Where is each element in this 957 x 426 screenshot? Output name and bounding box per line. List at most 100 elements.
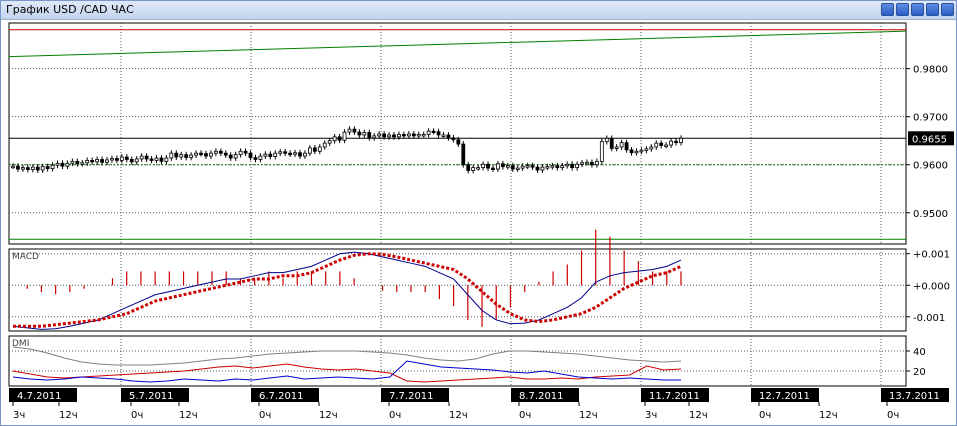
candle-body <box>263 153 268 157</box>
candle-body <box>352 128 357 133</box>
candle-body <box>357 131 362 136</box>
candle-body <box>580 162 584 165</box>
date-label: 5.7.2011 <box>129 391 174 402</box>
hour-label: 12ч <box>579 410 598 421</box>
y-tick-label: 20 <box>913 367 926 378</box>
candle-body <box>95 159 100 163</box>
candle-body <box>100 159 104 163</box>
y-tick-label: 0.9600 <box>913 161 948 172</box>
candle-body <box>228 154 233 159</box>
date-label: 8.7.2011 <box>519 391 564 402</box>
hour-label: 0ч <box>259 410 271 421</box>
candle-body <box>679 137 683 144</box>
candle-body <box>397 134 401 138</box>
candle-body <box>520 165 525 169</box>
candle-body <box>634 150 639 154</box>
candle-body <box>213 150 218 154</box>
candle-body <box>278 151 283 154</box>
candle-body <box>70 160 75 164</box>
candle-body <box>209 152 213 157</box>
y-tick-label: 40 <box>913 347 926 358</box>
candle-body <box>382 133 387 138</box>
candle-body <box>624 142 629 151</box>
candle-body <box>481 163 485 169</box>
candle-body <box>65 162 70 167</box>
candle-body <box>253 157 258 160</box>
candle-body <box>496 163 500 170</box>
candle-body <box>491 167 495 170</box>
candle-body <box>629 149 634 154</box>
hour-label: 12ч <box>179 410 198 421</box>
candle-body <box>30 166 35 170</box>
candle-body <box>129 159 134 163</box>
hour-label: 12ч <box>689 410 708 421</box>
candle-body <box>243 150 248 154</box>
candle-body <box>659 142 664 146</box>
candle-body <box>362 132 367 136</box>
candle-body <box>372 135 377 139</box>
candle-body <box>134 158 139 163</box>
candle-body <box>476 167 481 170</box>
candle-body <box>248 152 253 158</box>
candle-body <box>367 132 372 139</box>
hour-label: 12ч <box>59 410 78 421</box>
candle-body <box>80 162 85 165</box>
candle-body <box>20 167 25 170</box>
candle-body <box>466 164 471 171</box>
candle-body <box>273 152 278 157</box>
candle-body <box>105 159 109 163</box>
candle-body <box>594 160 599 166</box>
chart-window: График USD /CAD ЧАС 0.9800 0.9700 0.9600 0.… <box>0 0 957 426</box>
candle-body <box>614 146 619 149</box>
candle-body <box>40 166 45 171</box>
candle-body <box>411 133 416 137</box>
candle-body <box>644 148 649 151</box>
hour-label: 12ч <box>319 410 338 421</box>
date-label: 12.7.2011 <box>759 391 810 402</box>
candle-body <box>50 164 55 169</box>
candle-body <box>560 165 565 169</box>
date-label: 11.7.2011 <box>649 391 700 402</box>
hour-label: 3ч <box>645 410 657 421</box>
candle-body <box>471 167 476 171</box>
candle-body <box>451 137 456 141</box>
candle-body <box>223 152 228 156</box>
candle-body <box>169 152 174 159</box>
candle-body <box>144 155 149 160</box>
candle-body <box>515 167 520 170</box>
candle-body <box>540 166 545 171</box>
hour-label: 0ч <box>887 410 899 421</box>
candle-body <box>149 158 154 161</box>
candle-body <box>16 165 20 170</box>
date-label: 13.7.2011 <box>889 391 940 402</box>
candle-body <box>238 150 243 156</box>
y-tick-label: 0.9500 <box>913 209 948 220</box>
candle-body <box>75 160 80 165</box>
candle-body <box>545 166 550 169</box>
candle-body <box>119 156 124 161</box>
candle-body <box>85 160 90 164</box>
candle-body <box>654 142 659 148</box>
y-tick-label: +0.000 <box>913 281 950 292</box>
candle-body <box>387 134 391 138</box>
date-label: 4.7.2011 <box>17 391 62 402</box>
chart-canvas[interactable]: 0.9800 0.9700 0.9600 0.9500 +0.001 +0.000 -0.0… <box>1 1 956 425</box>
candle-body <box>431 130 436 133</box>
pane-frame-0 <box>8 22 907 245</box>
candle-body <box>649 146 654 150</box>
candle-body <box>189 154 194 158</box>
candle-body <box>510 165 515 170</box>
candle-body <box>599 141 604 162</box>
candle-body <box>456 139 461 145</box>
candle-body <box>461 143 466 166</box>
candle-body <box>288 152 292 156</box>
pane-frame-1 <box>8 248 907 332</box>
candle-body <box>669 140 674 146</box>
candle-body <box>298 152 302 157</box>
candle-body <box>639 149 644 153</box>
candle-body <box>312 147 317 152</box>
macd-label: MACD <box>12 252 39 262</box>
candle-body <box>500 163 505 168</box>
candle-body <box>154 157 159 161</box>
candle-body <box>115 158 119 161</box>
